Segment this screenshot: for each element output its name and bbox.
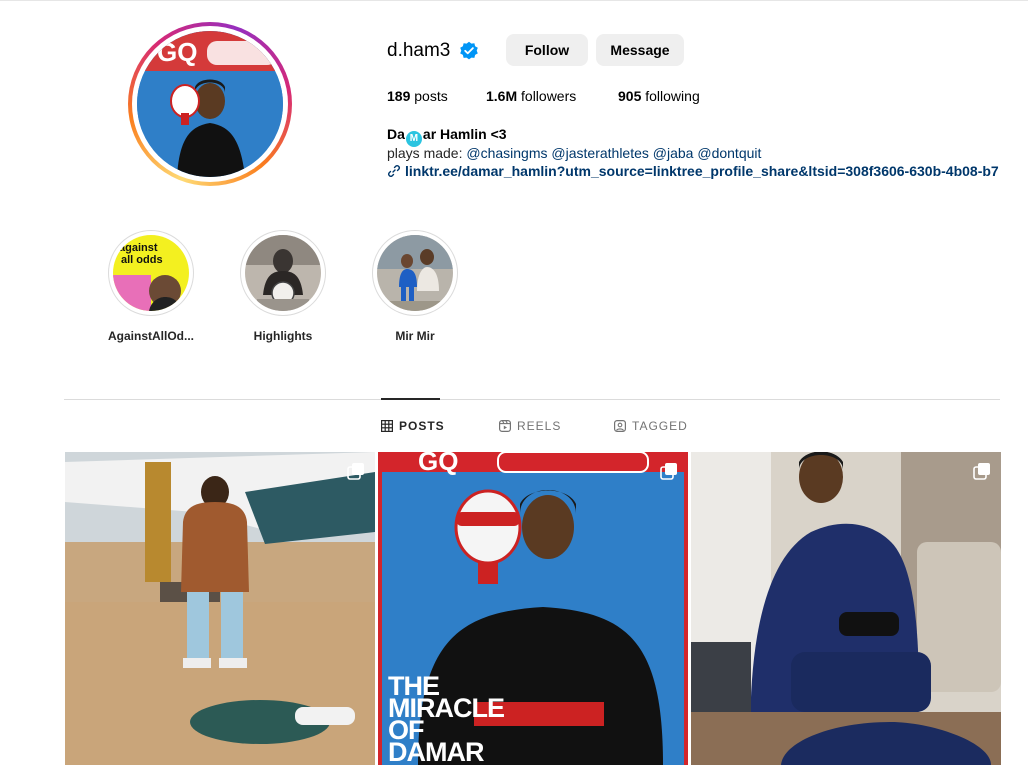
mention-link[interactable]: @jaba	[653, 145, 694, 161]
tab-reels[interactable]: REELS	[499, 419, 561, 433]
tabs-divider	[64, 399, 1000, 400]
followers-label: followers	[521, 88, 577, 104]
following-stat[interactable]: 905 following	[618, 88, 700, 104]
followers-count: 1.6M	[486, 88, 518, 104]
highlight-label: AgainstAllOd...	[107, 329, 194, 343]
magazine-cover-headline: THE MIRACLE OF DAMAR	[388, 671, 505, 765]
profile-fullname: Da Mar Hamlin <3	[387, 126, 507, 147]
tagged-icon	[614, 420, 626, 432]
highlight-highlights[interactable]: Highlights	[233, 230, 333, 343]
followers-stat[interactable]: 1.6M followers	[486, 88, 576, 104]
svg-text:against: against	[119, 242, 158, 254]
profile-external-link[interactable]: linktr.ee/damar_hamlin?utm_source=linktr…	[387, 163, 999, 179]
post-tile[interactable]: GQ THE MIRACLE OF DAMAR	[378, 452, 688, 765]
mention-link[interactable]: @chasingms	[466, 145, 547, 161]
highlight-cover	[377, 235, 453, 311]
highlight-against-all-odds[interactable]: against all odds AgainstAllOd...	[101, 230, 201, 343]
multiple-posts-icon	[347, 463, 364, 480]
tab-label: POSTS	[399, 419, 445, 433]
highlight-cover: against all odds	[113, 235, 189, 311]
tab-label: TAGGED	[632, 419, 688, 433]
posts-stat: 189 posts	[387, 88, 448, 104]
reels-icon	[499, 420, 511, 432]
top-border	[0, 0, 1028, 1]
highlight-label: Mir Mir	[395, 329, 435, 343]
highlight-label: Highlights	[253, 329, 313, 343]
follow-button[interactable]: Follow	[506, 34, 588, 66]
mention-link[interactable]: @jasterathletes	[551, 145, 648, 161]
post-image	[65, 452, 375, 765]
verified-badge-icon	[460, 41, 478, 60]
profile-bio: plays made: @chasingms @jasterathletes @…	[387, 145, 762, 161]
highlight-mir-mir[interactable]: Mir Mir	[365, 230, 465, 343]
active-tab-indicator	[381, 398, 440, 400]
profile-avatar[interactable]: GQ	[128, 22, 292, 186]
multiple-posts-icon	[973, 463, 990, 480]
link-text: linktr.ee/damar_hamlin?utm_source=linktr…	[405, 163, 999, 179]
tab-label: REELS	[517, 419, 562, 433]
svg-text:GQ: GQ	[418, 452, 458, 476]
svg-text:all odds: all odds	[121, 254, 163, 266]
post-tile[interactable]	[691, 452, 1001, 765]
highlight-cover	[245, 235, 321, 311]
svg-text:GQ: GQ	[157, 37, 197, 67]
avatar-image: GQ	[137, 31, 283, 177]
following-label: following	[645, 88, 700, 104]
post-image	[691, 452, 1001, 765]
multiple-posts-icon	[660, 463, 677, 480]
mention-link[interactable]: @dontquit	[697, 145, 761, 161]
posts-count: 189	[387, 88, 411, 104]
link-icon	[388, 165, 400, 177]
profile-username: d.ham3	[387, 40, 451, 61]
post-tile[interactable]	[65, 452, 375, 765]
posts-label: posts	[414, 88, 448, 104]
tab-tagged[interactable]: TAGGED	[614, 419, 688, 433]
following-count: 905	[618, 88, 642, 104]
grid-icon	[381, 420, 393, 432]
tab-posts[interactable]: POSTS	[381, 419, 445, 433]
message-button[interactable]: Message	[596, 34, 684, 66]
